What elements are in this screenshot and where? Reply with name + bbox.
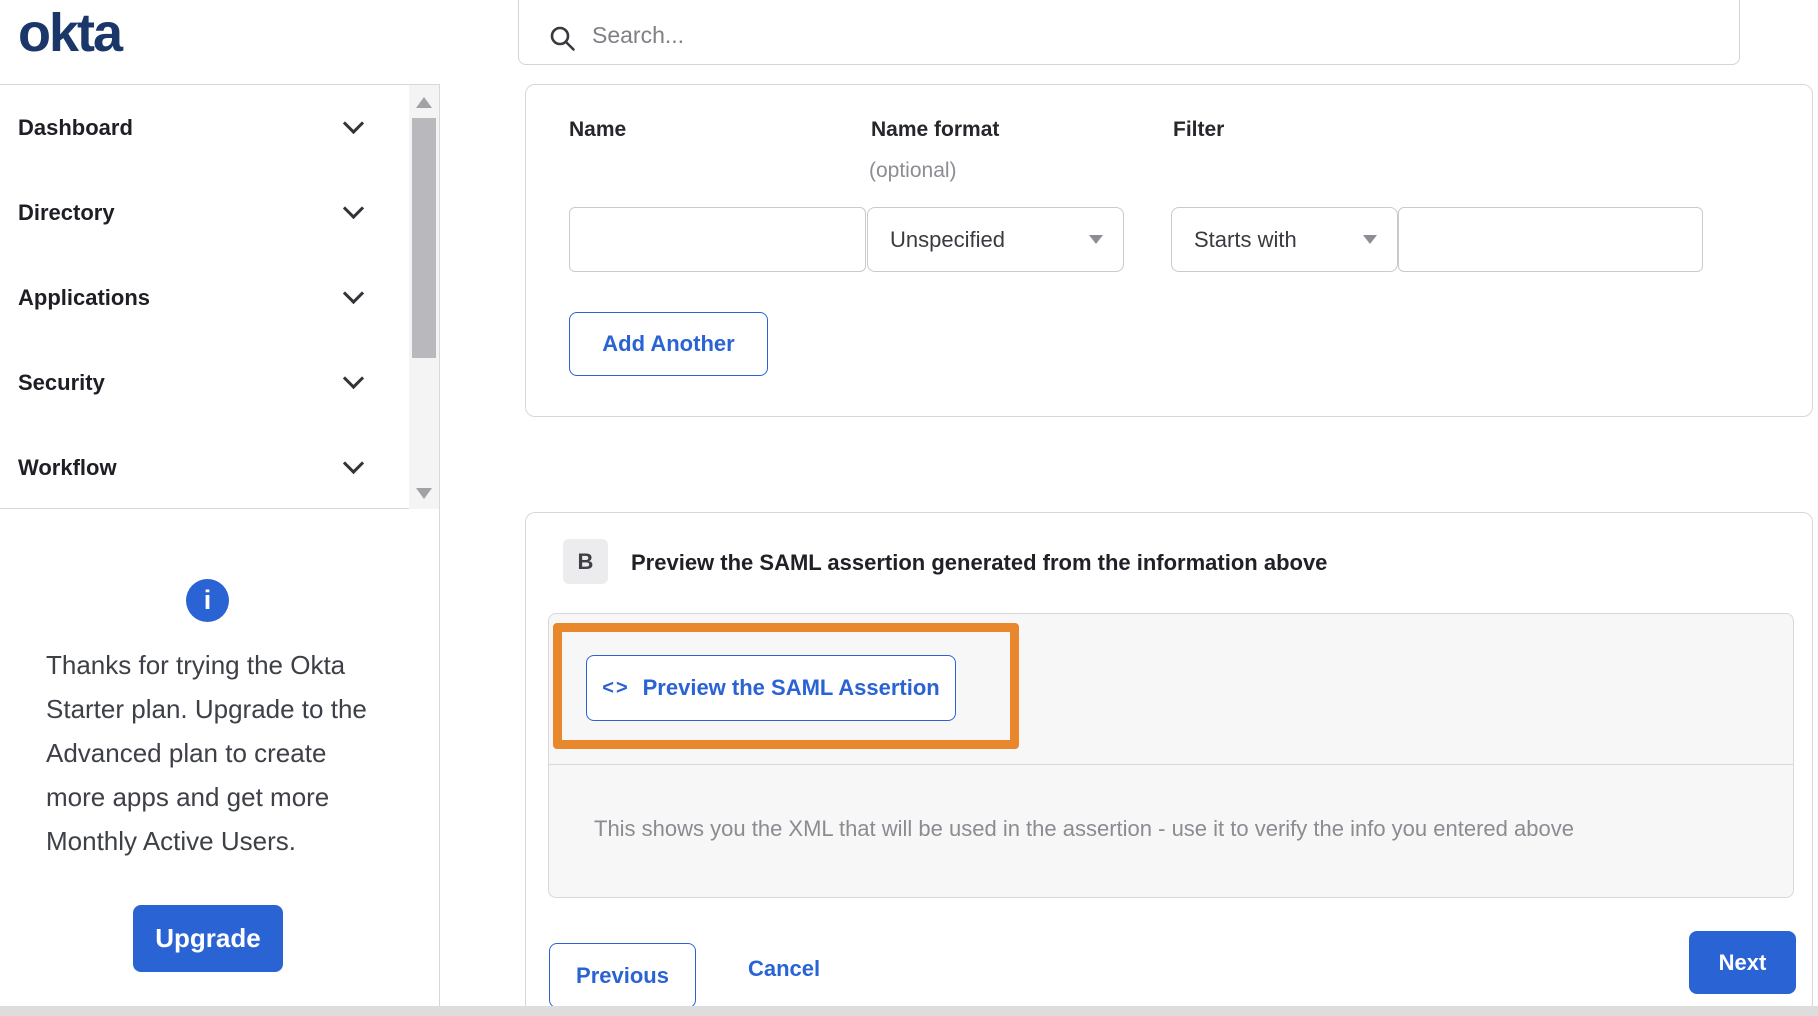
preview-description: This shows you the XML that will be used… <box>594 816 1574 841</box>
sidebar-item-label: Security <box>18 369 105 395</box>
preview-saml-assertion-button[interactable]: <> Preview the SAML Assertion <box>586 655 956 721</box>
sidebar: Dashboard Directory Applications Securit… <box>0 84 440 1008</box>
search-bar[interactable] <box>518 0 1740 65</box>
okta-logo[interactable]: okta <box>18 2 123 64</box>
name-format-column-label: Name format <box>871 118 1000 141</box>
bottom-scroll-strip <box>0 1006 1818 1016</box>
cancel-button[interactable]: Cancel <box>748 956 820 982</box>
add-another-button[interactable]: Add Another <box>569 312 768 376</box>
dropdown-caret-icon <box>1089 235 1103 244</box>
search-icon <box>550 26 575 51</box>
search-input[interactable] <box>592 18 1719 52</box>
sidebar-item-applications[interactable]: Applications <box>0 255 439 340</box>
preview-section-title: Preview the SAML assertion generated fro… <box>631 550 1328 575</box>
sidebar-scrollbar[interactable] <box>409 85 439 509</box>
scrollbar-thumb[interactable] <box>412 118 436 358</box>
next-button[interactable]: Next <box>1689 931 1796 994</box>
preview-button-row: <> Preview the SAML Assertion <box>549 614 1793 765</box>
chevron-down-icon <box>342 367 365 390</box>
dropdown-caret-icon <box>1363 235 1377 244</box>
chevron-down-icon <box>342 197 365 220</box>
filter-value-input[interactable] <box>1398 207 1703 272</box>
sidebar-item-label: Applications <box>18 284 151 310</box>
filter-operator-selected-value: Starts with <box>1194 226 1297 252</box>
upgrade-button[interactable]: Upgrade <box>133 905 283 972</box>
sidebar-item-workflow[interactable]: Workflow <box>0 425 439 510</box>
sidebar-item-dashboard[interactable]: Dashboard <box>0 85 439 170</box>
chevron-down-icon <box>342 282 365 305</box>
scroll-down-icon[interactable] <box>416 488 432 499</box>
sidebar-item-security[interactable]: Security <box>0 340 439 425</box>
step-b-badge: B <box>563 539 608 584</box>
filter-column-label: Filter <box>1173 118 1225 141</box>
sidebar-nav: Dashboard Directory Applications Securit… <box>0 85 439 509</box>
attribute-name-input[interactable] <box>569 207 866 272</box>
sidebar-item-label: Workflow <box>18 454 117 480</box>
name-format-select[interactable]: Unspecified <box>867 207 1124 272</box>
name-format-selected-value: Unspecified <box>890 226 1005 252</box>
sidebar-item-label: Directory <box>18 199 115 225</box>
info-icon: i <box>186 579 229 622</box>
upgrade-message: Thanks for trying the Okta Starter plan.… <box>46 650 367 856</box>
preview-saml-card: B Preview the SAML assertion generated f… <box>525 512 1813 1016</box>
optional-hint: (optional) <box>869 159 957 182</box>
sidebar-item-directory[interactable]: Directory <box>0 170 439 255</box>
code-icon: <> <box>602 676 630 699</box>
chevron-down-icon <box>342 112 365 135</box>
preview-button-label: Preview the SAML Assertion <box>642 675 940 700</box>
okta-admin-screen: okta Dashboard Directory Applications Se… <box>0 0 1818 1016</box>
attribute-statements-card: Name Name format (optional) Filter Unspe… <box>525 84 1813 417</box>
name-column-label: Name <box>569 118 627 141</box>
filter-operator-select[interactable]: Starts with <box>1171 207 1398 272</box>
previous-button[interactable]: Previous <box>549 943 696 1008</box>
chevron-down-icon <box>342 452 365 475</box>
scroll-up-icon[interactable] <box>416 97 432 108</box>
sidebar-item-label: Dashboard <box>18 114 133 140</box>
preview-panel: <> Preview the SAML Assertion This shows… <box>548 613 1794 898</box>
